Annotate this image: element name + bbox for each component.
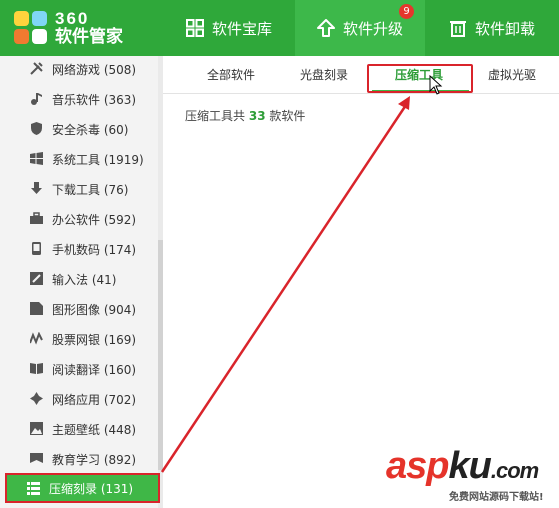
tab-all-software[interactable]: 全部软件 (207, 66, 255, 83)
nav-software-upgrade[interactable]: 软件升级 9 (295, 0, 425, 56)
summary-prefix: 压缩工具共 (185, 109, 246, 123)
logo-number: 360 (55, 9, 90, 28)
nav-label: 软件卸载 (474, 19, 535, 38)
sidebar-item-label: 教育学习 (892) (52, 452, 137, 467)
sidebar-item-system-tools[interactable]: 系统工具 (1919) (0, 144, 158, 174)
sidebar-item-reading[interactable]: 阅读翻译 (160) (0, 354, 158, 384)
nav-software-uninstall[interactable]: 软件卸载 (425, 0, 559, 56)
sidebar-item-label: 图形图像 (904) (52, 302, 137, 317)
update-count-badge: 9 (399, 4, 414, 19)
windows-icon (30, 152, 43, 165)
grid-icon (185, 19, 204, 37)
sidebar-scrollbar-thumb[interactable] (158, 240, 163, 470)
app-window: 360 软件管家 软件宝库 软件升级 9 软件卸载 网络游戏 (508) 音乐软… (0, 0, 559, 508)
sidebar-item-label: 系统工具 (1919) (52, 152, 144, 167)
sidebar-item-label: 主题壁纸 (448) (52, 422, 137, 437)
sidebar-item-security[interactable]: 安全杀毒 (60) (0, 114, 158, 144)
summary-count: 33 (248, 109, 266, 123)
logo-icon (14, 11, 48, 45)
annotation-highlight-box (367, 64, 473, 93)
book-icon (30, 363, 43, 374)
sidebar-item-input-method[interactable]: 输入法 (41) (0, 264, 158, 294)
sidebar-item-label: 安全杀毒 (60) (52, 122, 129, 137)
watermark-subtitle: 免费网站源码下载站! (449, 492, 544, 503)
nav-label: 软件宝库 (211, 19, 272, 38)
sidebar-item-music[interactable]: 音乐软件 (363) (0, 84, 158, 114)
sidebar-item-download-tools[interactable]: 下载工具 (76) (0, 174, 158, 204)
shield-icon (31, 122, 42, 135)
top-bar: 360 软件管家 软件宝库 软件升级 9 软件卸载 (0, 0, 559, 56)
phone-icon (32, 242, 41, 255)
software-count-summary: 压缩工具共 33 款软件 (185, 107, 305, 124)
watermark-suffix: .com (490, 458, 539, 483)
sidebar-item-mobile[interactable]: 手机数码 (174) (0, 234, 158, 264)
logo-title: 软件管家 (55, 27, 123, 47)
list-icon (27, 482, 40, 495)
sidebar-item-label: 股票网银 (169) (52, 332, 137, 347)
sidebar-item-compress-burn[interactable]: 压缩刻录 (131) (5, 473, 160, 503)
chart-line-icon (30, 332, 43, 345)
sidebar-item-office[interactable]: 办公软件 (592) (0, 204, 158, 234)
tools-icon (30, 62, 43, 75)
subcategory-tabs: 全部软件 光盘刻录 压缩工具 虚拟光驱 (163, 56, 559, 94)
sidebar-item-label: 阅读翻译 (160) (52, 362, 137, 377)
sidebar-item-network-apps[interactable]: 网络应用 (702) (0, 384, 158, 414)
nav-label: 软件升级 (342, 19, 403, 38)
nav-software-store[interactable]: 软件宝库 (163, 0, 295, 56)
sidebar-item-label: 网络应用 (702) (52, 392, 137, 407)
sidebar-item-label: 手机数码 (174) (52, 242, 137, 257)
music-note-icon (31, 93, 42, 105)
sidebar-item-wallpaper[interactable]: 主题壁纸 (448) (0, 414, 158, 444)
image-icon (30, 302, 43, 315)
watermark-part1: asp (386, 445, 449, 487)
download-arrow-icon (31, 182, 42, 194)
flag-icon (30, 453, 43, 463)
sidebar-item-stocks[interactable]: 股票网银 (169) (0, 324, 158, 354)
tab-disc-burning[interactable]: 光盘刻录 (300, 66, 348, 83)
watermark-logo: aspku.com (386, 445, 539, 487)
sidebar-item-label: 音乐软件 (363) (52, 92, 137, 107)
summary-suffix: 款软件 (269, 109, 306, 123)
network-icon (30, 392, 43, 405)
sidebar-item-label: 输入法 (41) (52, 272, 117, 287)
watermark-part2: ku (448, 445, 491, 487)
briefcase-icon (30, 212, 43, 224)
upgrade-arrow-icon (316, 19, 335, 37)
sidebar-item-label: 网络游戏 (508) (52, 62, 137, 77)
tab-virtual-drive[interactable]: 虚拟光驱 (488, 66, 536, 83)
sidebar-item-education[interactable]: 教育学习 (892) (0, 444, 158, 474)
pen-icon (30, 272, 43, 285)
sidebar-item-graphics[interactable]: 图形图像 (904) (0, 294, 158, 324)
wallpaper-icon (30, 422, 43, 435)
sidebar-item-online-games[interactable]: 网络游戏 (508) (0, 54, 158, 84)
app-logo: 360 软件管家 (0, 0, 163, 56)
sidebar-item-label: 压缩刻录 (131) (49, 481, 134, 496)
sidebar-item-label: 下载工具 (76) (52, 182, 129, 197)
sidebar-item-label: 办公软件 (592) (52, 212, 137, 227)
mouse-pointer-icon (429, 75, 443, 95)
trash-icon (449, 21, 466, 37)
